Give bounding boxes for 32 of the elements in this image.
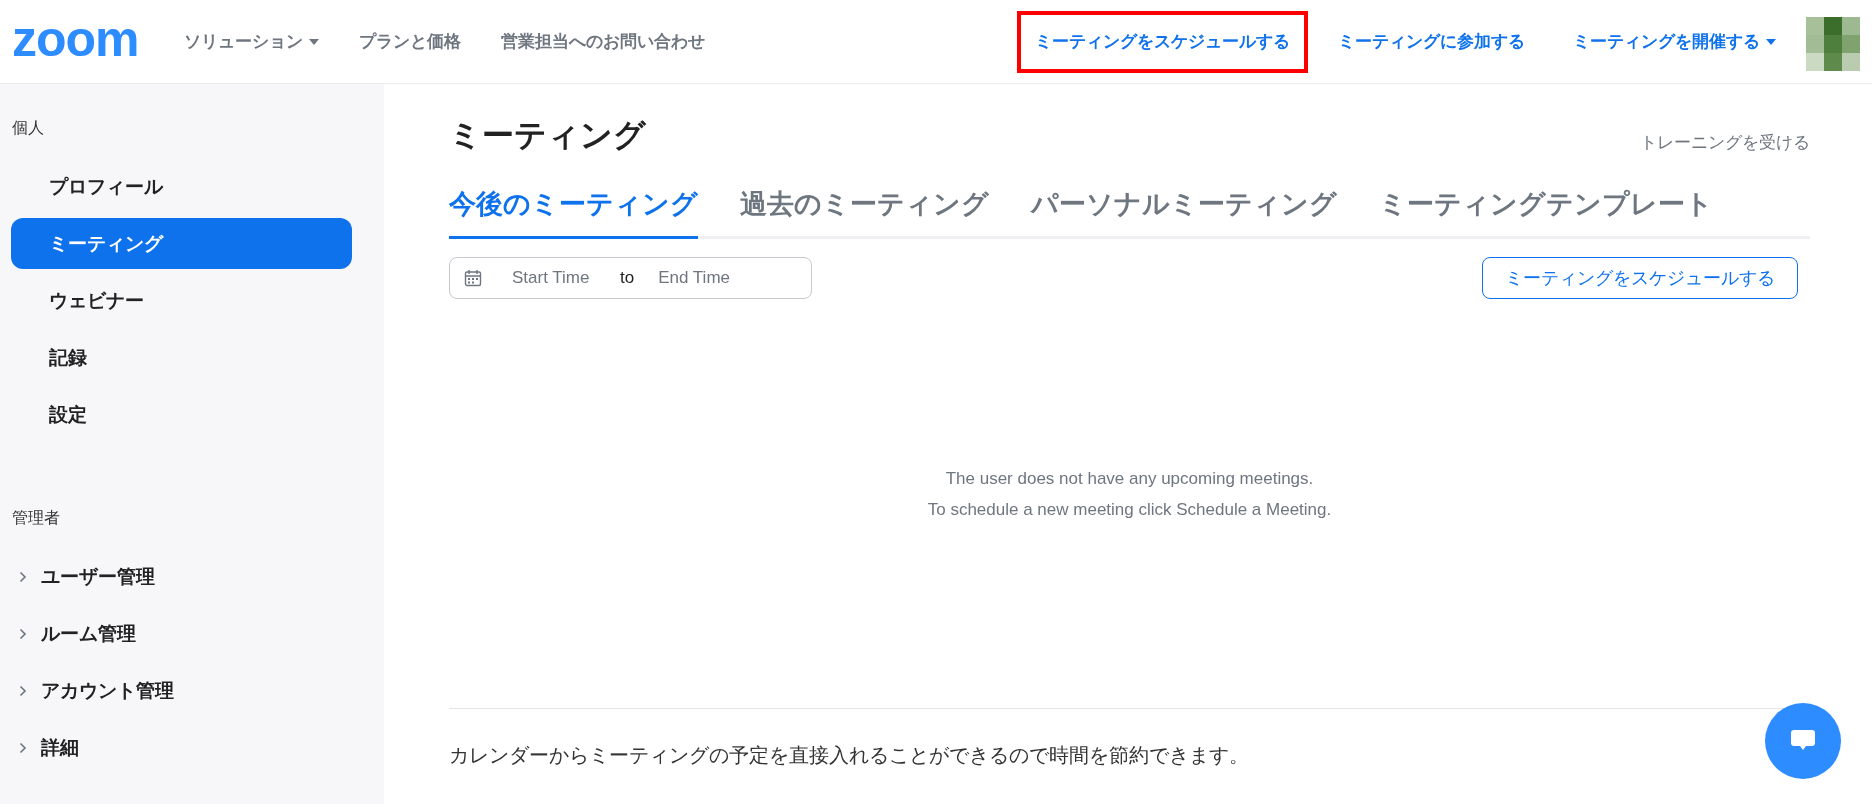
sidebar-item[interactable]: プロフィール — [11, 161, 352, 212]
sidebar-item[interactable]: ウェビナー — [11, 275, 352, 326]
sidebar-item[interactable]: 記録 — [11, 332, 352, 383]
empty-message: To schedule a new meeting click Schedule a Meeting. — [927, 498, 1332, 521]
empty-message: The user does not have any upcoming meetings. — [945, 467, 1314, 490]
info-text: カレンダーからミーティングの予定を直接入れることができるので時間を節約できます。 — [449, 743, 1249, 768]
tab[interactable]: 今後のミーティング — [449, 186, 698, 239]
range-separator: to — [620, 268, 635, 288]
sidebar-item[interactable]: 設定 — [11, 389, 352, 440]
section-title: 管理者 — [11, 508, 61, 528]
tab[interactable]: 過去のミーティング — [740, 186, 989, 239]
nav-link[interactable]: ミーティングを開催する — [1555, 10, 1794, 73]
nav-link[interactable]: 営業担当へのお問い合わせ — [500, 30, 705, 53]
page-title: ミーティング — [449, 116, 646, 155]
end-time-field[interactable]: End Time — [656, 267, 767, 289]
schedule-button[interactable]: ミーティングをスケジュールする — [1482, 257, 1798, 299]
highlighted-nav-link[interactable]: ミーティングをスケジュールする — [1017, 10, 1308, 73]
zoom-logo[interactable]: zoom — [12, 13, 139, 64]
sidebar-item[interactable]: ルーム管理 — [11, 608, 352, 659]
tab[interactable]: パーソナルミーティング — [1031, 186, 1337, 239]
sidebar-item[interactable]: ユーザー管理 — [11, 551, 352, 602]
training-link[interactable]: トレーニングを受ける — [1640, 130, 1810, 154]
sidebar-item[interactable]: ミーティング — [11, 218, 352, 269]
nav-link[interactable]: プランと価格 — [358, 30, 461, 53]
sidebar-item[interactable]: 詳細 — [11, 722, 352, 773]
sidebar-item[interactable]: アカウント管理 — [11, 665, 352, 716]
section-title: 個人 — [11, 118, 45, 138]
start-time-field[interactable]: Start Time — [510, 267, 620, 289]
nav-link[interactable]: ソリューション — [183, 30, 319, 53]
nav-link[interactable]: ミーティングに参加する — [1320, 10, 1543, 73]
tab[interactable]: ミーティングテンプレート — [1379, 186, 1713, 239]
calendar-icon — [464, 269, 482, 287]
